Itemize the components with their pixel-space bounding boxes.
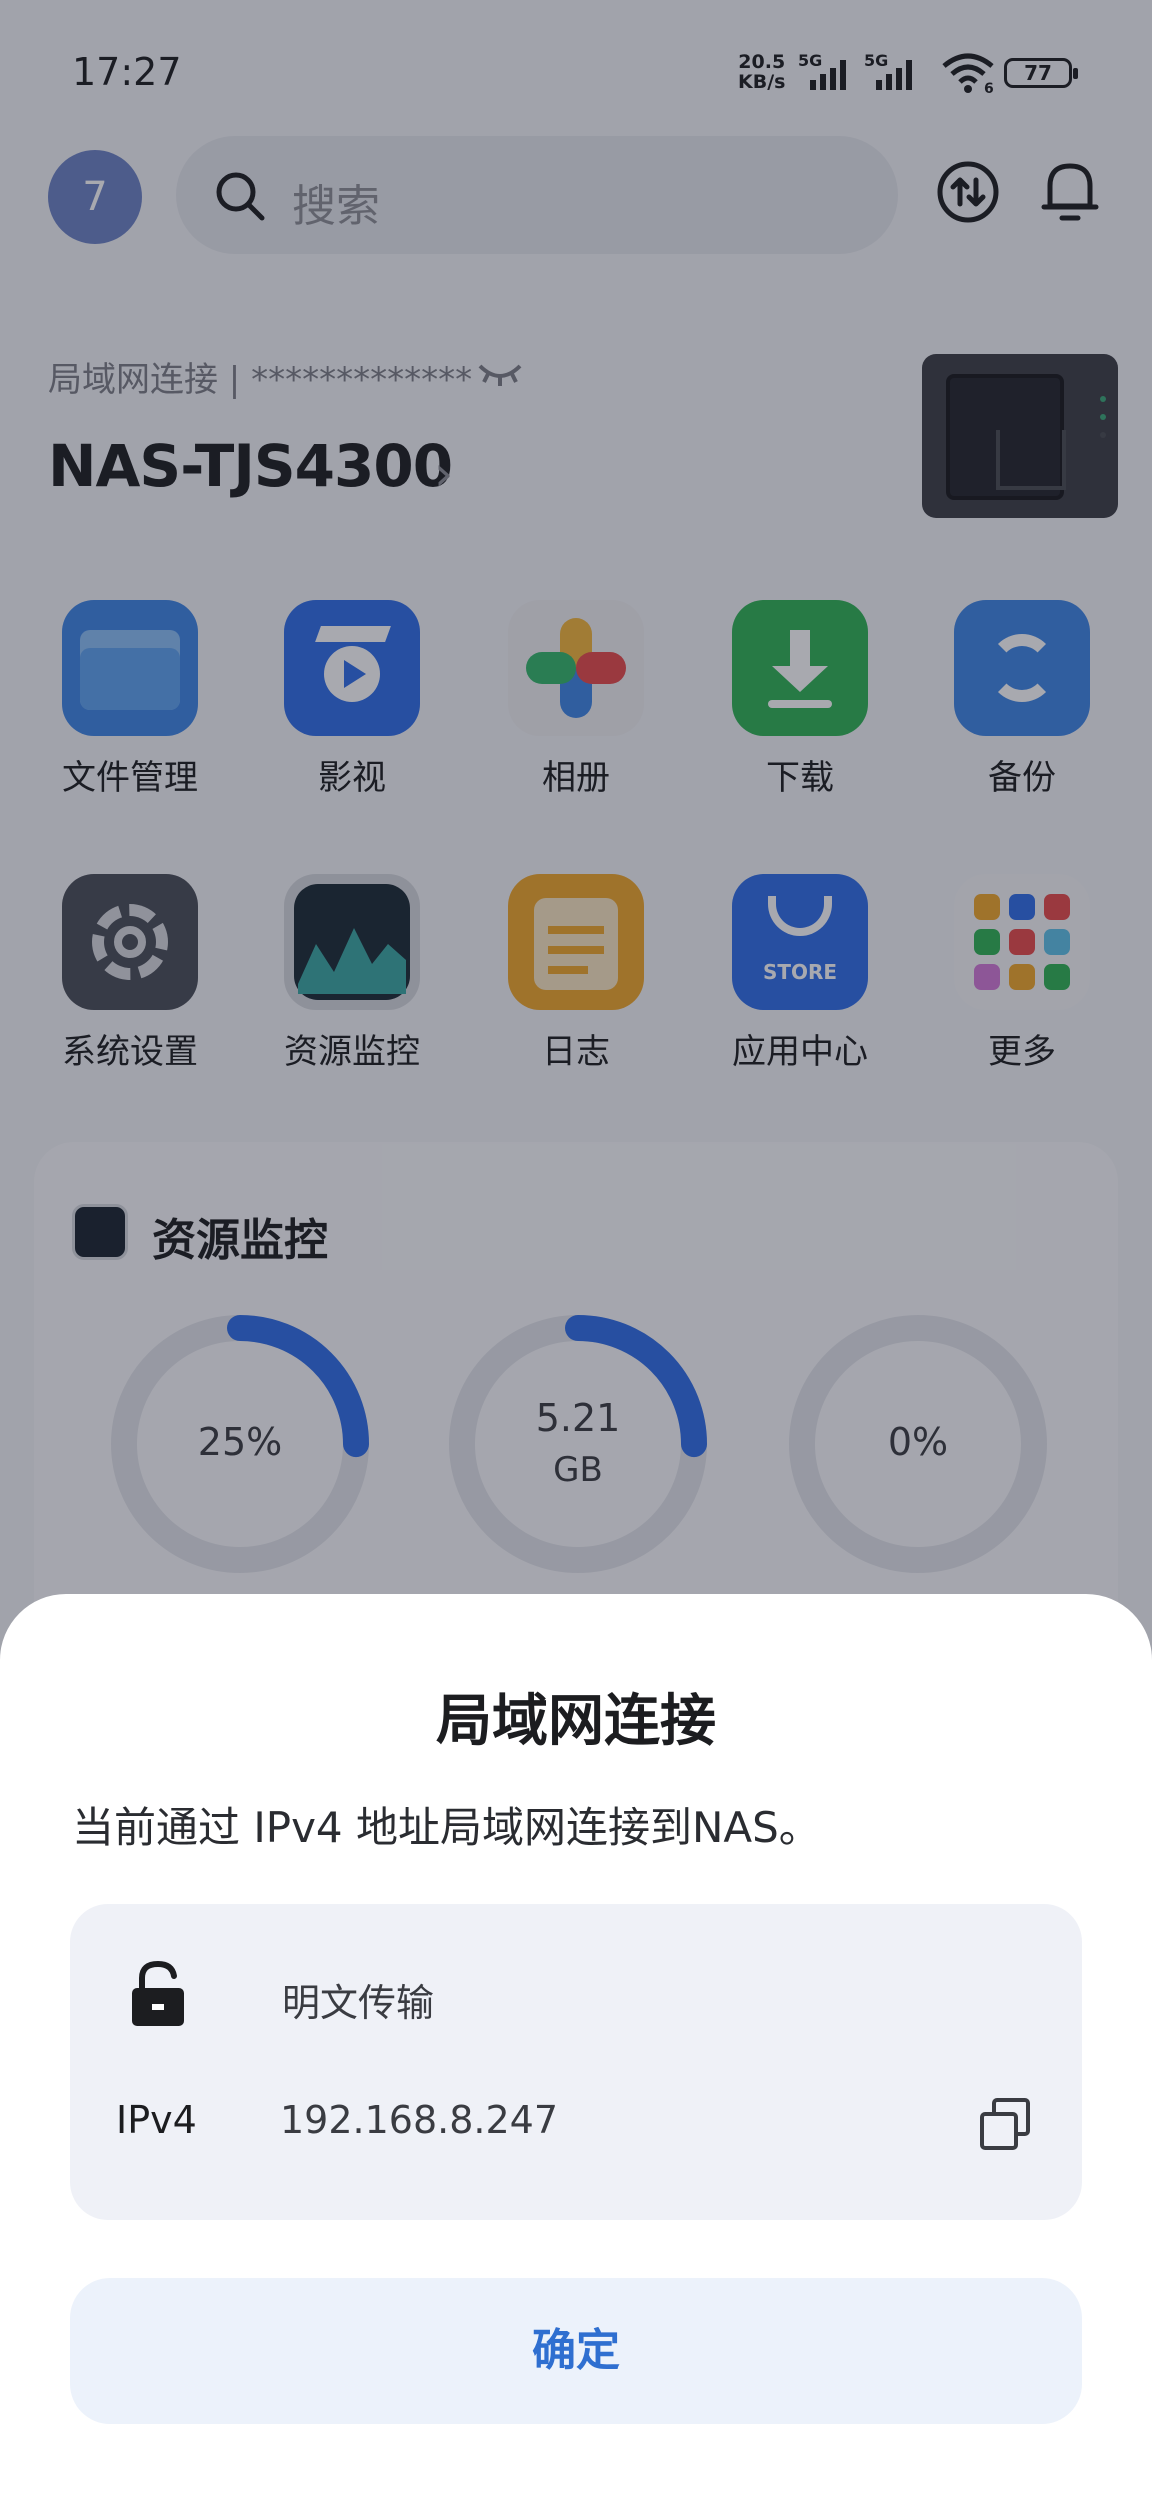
ipv4-label: IPv4 [116,2098,197,2142]
unlock-icon [132,1960,184,2026]
sheet-title: 局域网连接 [436,1689,716,1754]
transport-mode: 明文传输 [282,1981,435,2025]
ipv4-address: 192.168.8.247 [280,2098,559,2142]
copy-icon[interactable] [978,2096,1032,2152]
sheet-description: 当前通过 IPv4 地址局域网连接到NAS。 [72,1803,821,1852]
confirm-button[interactable]: 确定 [70,2278,1082,2424]
lan-connection-sheet: 局域网连接 当前通过 IPv4 地址局域网连接到NAS。 明文传输 IPv4 1… [0,1594,1152,2494]
connection-info-box: 明文传输 IPv4 192.168.8.247 [70,1904,1082,2220]
